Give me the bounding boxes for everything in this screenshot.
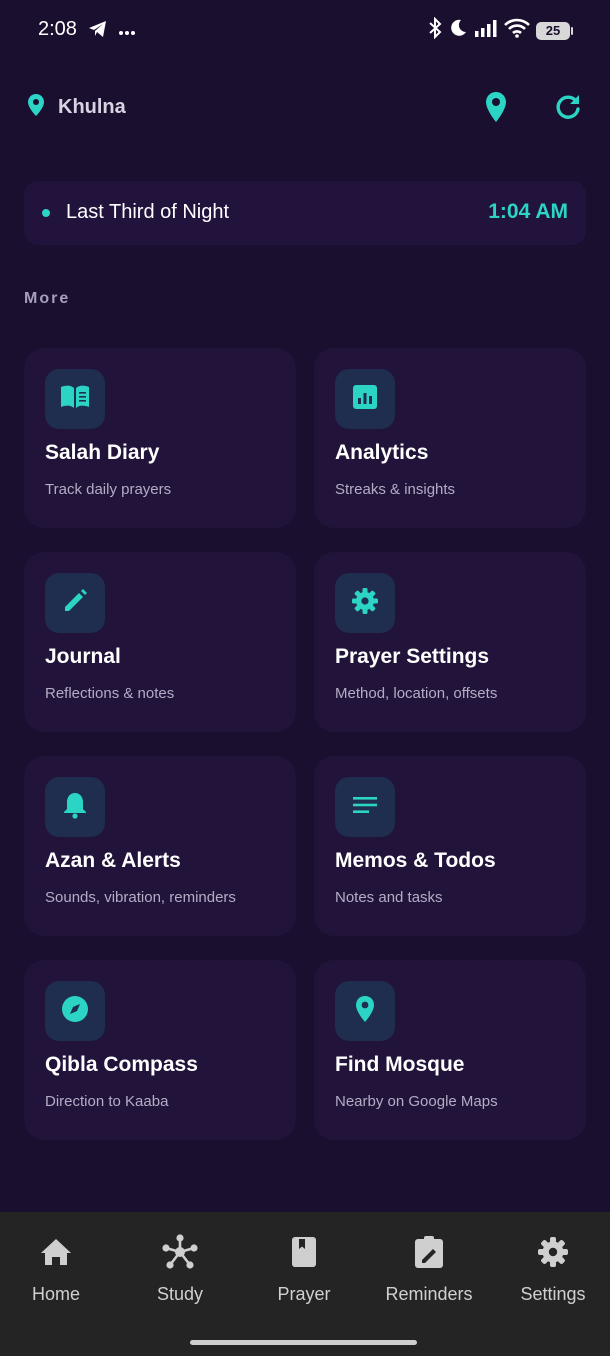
card-icon-container [45,981,105,1041]
status-left-icons [88,20,136,43]
location-pin-icon [354,995,376,1028]
card-subtitle: Notes and tasks [335,889,443,906]
status-time: 2:08 [38,18,77,40]
card-subtitle: Streaks & insights [335,481,456,498]
indicator-dot [42,209,50,217]
card-icon-container [335,573,395,633]
card-memos-todos[interactable]: Memos & Todos Notes and tasks [314,756,586,936]
battery-indicator: 25 [536,21,573,40]
card-qibla-compass[interactable]: Qibla Compass Direction to Kaaba [24,960,296,1140]
network-icon [120,1232,240,1272]
home-icon [0,1232,116,1272]
nav-item-reminders[interactable]: Reminders [369,1232,489,1305]
card-icon-container [45,369,105,429]
card-title: Qibla Compass [45,1053,198,1076]
card-subtitle: Reflections & notes [45,685,175,702]
card-azan-alerts[interactable]: Azan & Alerts Sounds, vibration, reminde… [24,756,296,936]
card-icon-container [335,981,395,1041]
location-pin-icon [484,91,508,128]
refresh-button[interactable] [551,92,585,126]
card-journal[interactable]: Journal Reflections & notes [24,552,296,732]
telegram-icon [88,20,108,43]
night-time-value: 1:04 AM [488,200,568,223]
location-name: Khulna [58,96,126,118]
card-icon-container [335,777,395,837]
card-subtitle: Nearby on Google Maps [335,1093,498,1110]
moon-icon [448,18,468,43]
card-subtitle: Sounds, vibration, reminders [45,889,236,906]
clipboard-edit-icon [369,1232,489,1272]
card-title: Salah Diary [45,441,160,464]
night-time-label: Last Third of Night [66,201,230,223]
nav-label: Study [156,1284,204,1304]
bell-icon [63,791,87,824]
location-pin-icon [26,93,46,122]
signal-icon [474,19,498,42]
status-right-icons: 25 [428,16,573,44]
card-title: Find Mosque [335,1053,465,1076]
location-header: Khulna [26,93,126,122]
nav-label: Home [31,1284,80,1304]
nav-label: Settings [520,1284,586,1304]
book-icon [59,384,91,415]
card-icon-container [45,573,105,633]
pencil-icon [62,588,88,619]
card-subtitle: Direction to Kaaba [45,1093,169,1110]
nav-item-settings[interactable]: Settings [493,1232,610,1305]
card-subtitle: Method, location, offsets [335,685,498,702]
card-title: Analytics [335,441,429,464]
card-title: Journal [45,645,121,668]
card-icon-container [335,369,395,429]
wifi-icon [504,18,530,43]
section-title: More [24,290,71,307]
compass-icon [61,995,89,1028]
card-subtitle: Track daily prayers [45,481,172,498]
card-title: Azan & Alerts [45,849,181,872]
nav-item-prayer[interactable]: Prayer [244,1232,364,1305]
card-analytics[interactable]: Analytics Streaks & insights [314,348,586,528]
card-icon-container [45,777,105,837]
card-title: Prayer Settings [335,645,490,668]
card-title: Memos & Todos [335,849,496,872]
bluetooth-icon [428,16,442,44]
chart-icon [352,384,378,415]
refresh-icon [554,93,582,126]
status-bar: 2:08 25 [0,0,610,62]
card-find-mosque[interactable]: Find Mosque Nearby on Google Maps [314,960,586,1140]
card-prayer-settings[interactable]: Prayer Settings Method, location, offset… [314,552,586,732]
lines-icon [352,795,378,820]
nav-label: Reminders [385,1284,473,1304]
gear-icon [351,587,379,620]
book-icon [244,1232,364,1272]
nav-label: Prayer [277,1284,331,1304]
set-location-button[interactable] [479,91,513,128]
night-time-card: Last Third of Night 1:04 AM [24,181,586,245]
card-salah-diary[interactable]: Salah Diary Track daily prayers [24,348,296,528]
gear-icon [493,1232,610,1272]
home-indicator[interactable] [190,1340,417,1345]
nav-item-study[interactable]: Study [120,1232,240,1305]
more-dots-icon [118,23,136,41]
nav-item-home[interactable]: Home [0,1232,116,1305]
